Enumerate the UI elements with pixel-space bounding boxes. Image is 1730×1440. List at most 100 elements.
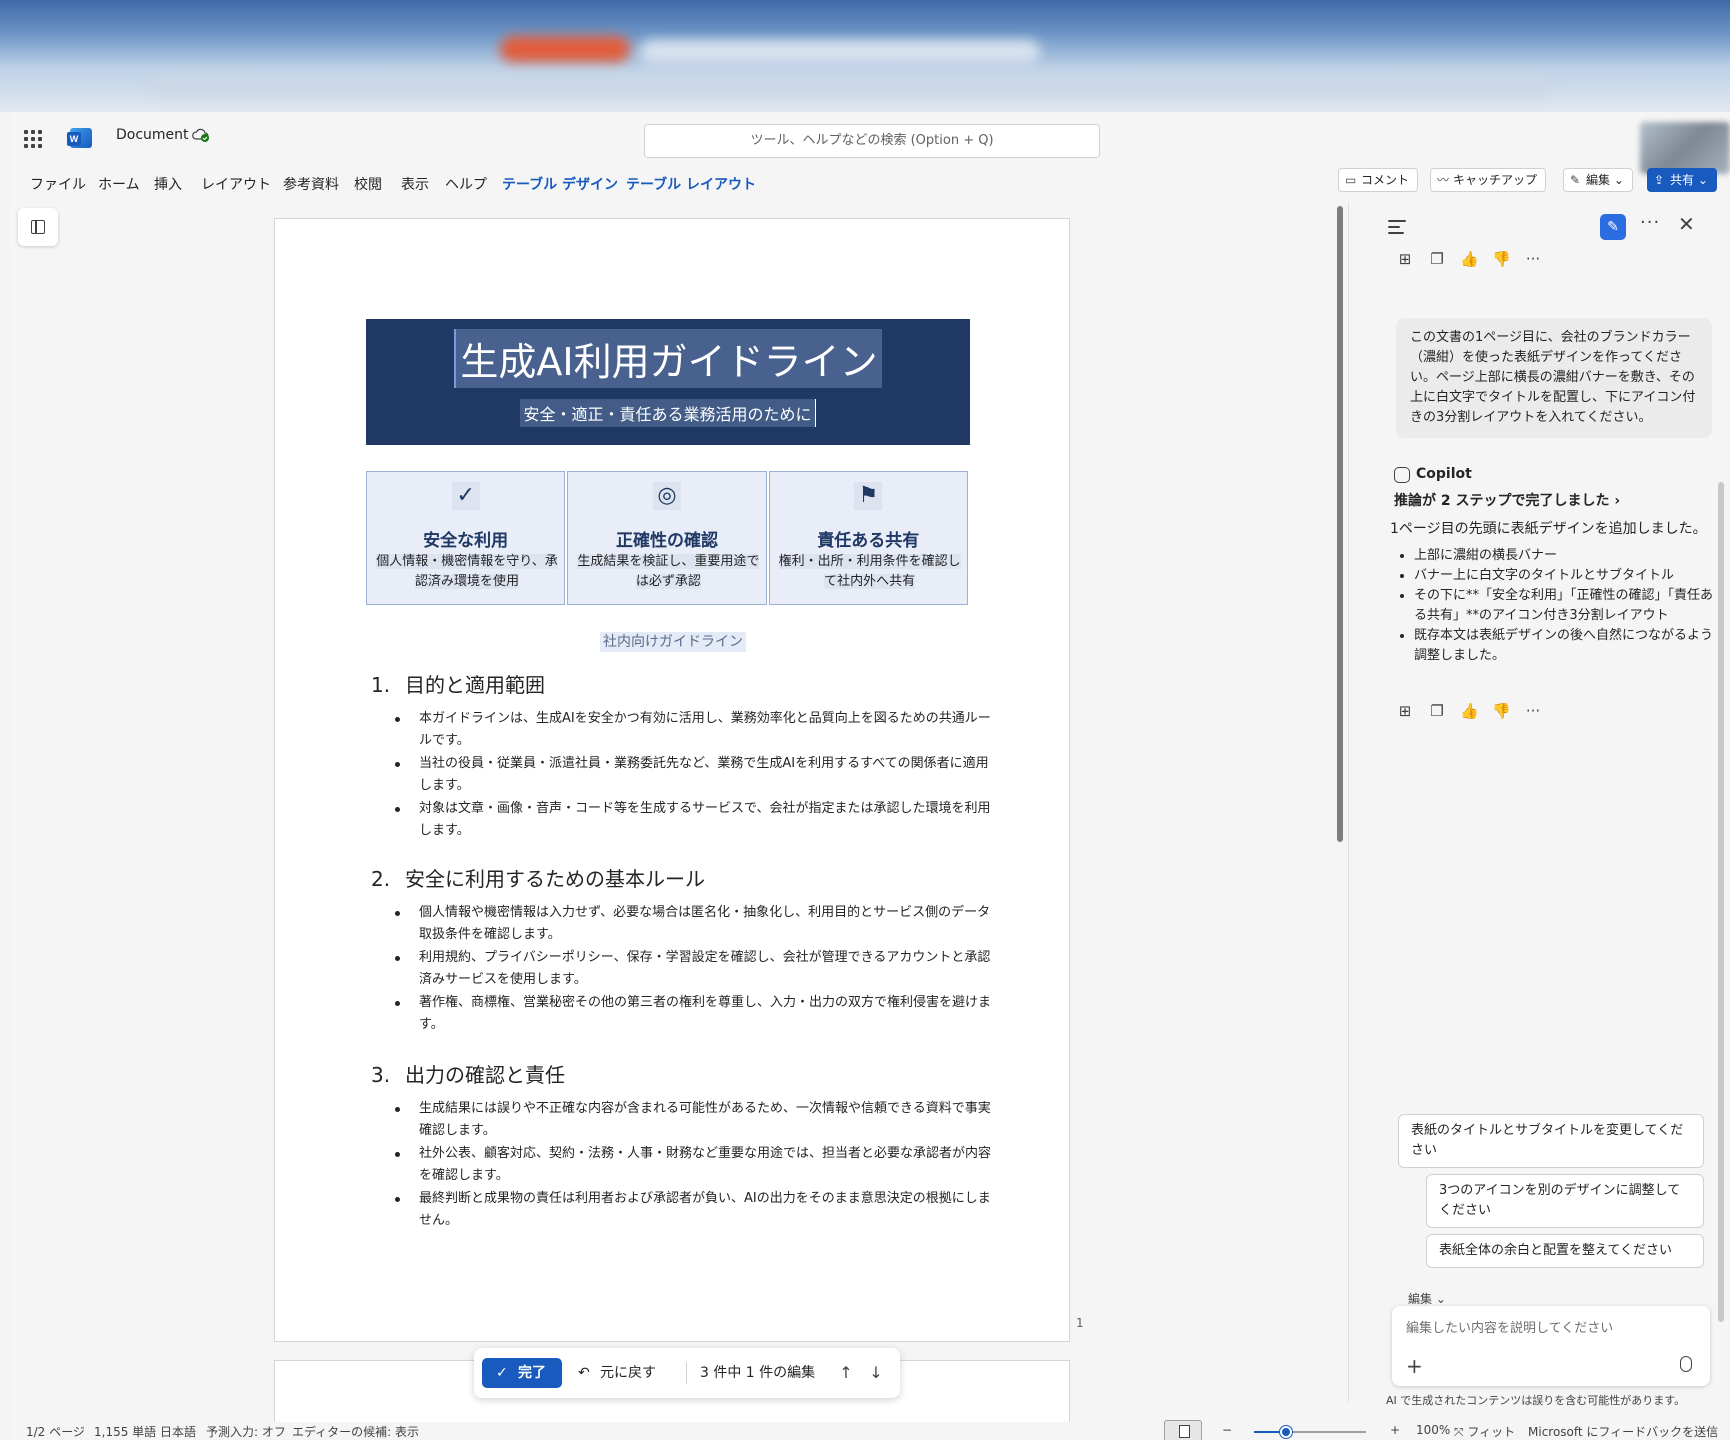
previous-edit-arrow-up-icon[interactable]: ↑ xyxy=(834,1358,858,1388)
list-item[interactable]: 生成結果には誤りや不正確な内容が含まれる可能性があるため、一次情報や信頼できる資… xyxy=(395,1098,991,1142)
add-to-page-icon[interactable]: ⊞ xyxy=(1396,250,1414,268)
list-item[interactable]: 個人情報や機密情報は入力せず、必要な場合は匿名化・抽象化し、利用目的とサービス側… xyxy=(395,902,991,946)
pencil-icon: ✎ xyxy=(1570,173,1581,187)
feature-cell[interactable]: ◎ 正確性の確認 生成結果を検証し、重要用途では必ず承認 xyxy=(567,471,767,605)
reasoning-steps-link[interactable]: 推論が 2 ステップで完了しました › xyxy=(1394,490,1620,510)
section-heading[interactable]: 1. 目的と適用範囲 xyxy=(371,669,991,698)
tab-help[interactable]: ヘルプ xyxy=(445,174,487,194)
feedback-link[interactable]: Microsoft にフィードバックを送信 xyxy=(1528,1423,1718,1440)
section-heading[interactable]: 2. 安全に利用するための基本ルール xyxy=(371,863,991,892)
comment-button[interactable]: ▭ コメント xyxy=(1338,168,1419,192)
feature-cell[interactable]: ✓ 安全な利用 個人情報・機密情報を守り、承認済み環境を使用 xyxy=(366,471,566,605)
list-item[interactable]: 最終判断と成果物の責任は利用者および承認者が負い、AIの出力をそのまま意思決定の… xyxy=(395,1188,991,1232)
document-scrollbar[interactable] xyxy=(1337,206,1343,842)
more-icon[interactable]: ··· xyxy=(1524,250,1542,268)
tab-insert[interactable]: 挿入 xyxy=(154,174,182,194)
app-launcher-icon[interactable] xyxy=(24,130,42,148)
more-icon[interactable]: ··· xyxy=(1524,702,1542,720)
catchup-button[interactable]: 〰キャッチアップ xyxy=(1430,168,1547,192)
list-item[interactable]: 本ガイドラインは、生成AIを安全かつ有効に活用し、業務効率化と品質向上を図るため… xyxy=(395,708,991,752)
print-layout-icon[interactable] xyxy=(1164,1420,1202,1440)
undo-icon: ↶ xyxy=(578,1365,590,1381)
zoom-level[interactable]: 100% xyxy=(1416,1423,1450,1437)
thumbs-down-icon[interactable]: 👎 xyxy=(1492,250,1511,268)
cloud-saved-icon[interactable] xyxy=(192,127,210,143)
add-to-page-icon[interactable]: ⊞ xyxy=(1396,702,1414,720)
tab-references[interactable]: 参考資料 xyxy=(283,174,339,194)
copy-icon[interactable]: ❐ xyxy=(1428,250,1446,268)
list-item[interactable]: 社外公表、顧客対応、契約・法務・人事・財務など重要な用途では、担当者と必要な承認… xyxy=(395,1143,991,1187)
new-chat-icon[interactable]: ✎ xyxy=(1600,214,1626,240)
browser-chrome-blurred xyxy=(0,0,1730,112)
tab-view[interactable]: 表示 xyxy=(401,174,429,194)
feature-table[interactable]: ✓ 安全な利用 個人情報・機密情報を守り、承認済み環境を使用 ◎ 正確性の確認 … xyxy=(366,471,970,605)
word-window: W Document ツール、ヘルプなどの検索 (Option + Q) ファイ… xyxy=(10,112,1730,1440)
copilot-pane: ✎ ··· ✕ ⊞ ❐ 👍 👎 ··· この文書の1ページ目に、会社のブランドカ… xyxy=(1350,208,1730,1422)
banner-subtitle[interactable]: 安全・適正・責任ある業務活用のために xyxy=(520,399,816,427)
feature-description: 権利・出所・利用条件を確認して社内外へ共有 xyxy=(778,554,961,589)
list-item: 既存本文は表紙デザインの後へ自然につながるよう調整しました。 xyxy=(1394,626,1714,666)
list-item[interactable]: 著作権、商標権、営業秘密その他の第三者の権利を尊重し、入力・出力の双方で権利侵害… xyxy=(395,992,991,1036)
close-icon[interactable]: ✕ xyxy=(1678,212,1695,236)
page-number: 1 xyxy=(1076,1316,1084,1330)
section-heading[interactable]: 3. 出力の確認と責任 xyxy=(371,1059,991,1088)
tab-file[interactable]: ファイル xyxy=(30,174,86,194)
checkmark-icon: ✓ xyxy=(451,482,480,510)
tab-home[interactable]: ホーム xyxy=(98,174,140,194)
zoom-out-icon[interactable]: − xyxy=(1222,1423,1232,1437)
language[interactable]: 日本語 xyxy=(160,1423,196,1440)
suggestion-chip[interactable]: 表紙のタイトルとサブタイトルを変更してください xyxy=(1398,1114,1704,1168)
feature-cell[interactable]: ⚑ 責任ある共有 権利・出所・利用条件を確認して社内外へ共有 xyxy=(768,471,968,605)
list-item[interactable]: 対象は文章・画像・音声・コード等を生成するサービスで、会社が指定または承認した環… xyxy=(395,798,991,842)
search-input[interactable]: ツール、ヘルプなどの検索 (Option + Q) xyxy=(644,124,1100,158)
zoom-slider[interactable] xyxy=(1254,1431,1366,1433)
check-icon: ✓ xyxy=(496,1365,508,1381)
undo-button[interactable]: ↶ 元に戻す xyxy=(578,1358,656,1388)
document-page[interactable]: 生成AI利用ガイドライン 安全・適正・責任ある業務活用のために ✓ 安全な利用 … xyxy=(274,218,1070,1342)
edit-mode-button[interactable]: ✎ 編集 ⌄ xyxy=(1563,168,1633,192)
prompt-input[interactable] xyxy=(1406,1316,1696,1340)
document-name[interactable]: Document xyxy=(116,127,189,143)
history-menu-icon[interactable] xyxy=(1388,220,1406,234)
thumbs-up-icon[interactable]: 👍 xyxy=(1460,250,1479,268)
add-attachment-icon[interactable]: + xyxy=(1406,1354,1423,1378)
mode-selector[interactable]: 編集 ⌄ xyxy=(1408,1290,1446,1307)
microphone-icon[interactable] xyxy=(1680,1356,1692,1372)
copy-icon[interactable]: ❐ xyxy=(1428,702,1446,720)
next-edit-arrow-down-icon[interactable]: ↓ xyxy=(864,1358,888,1388)
tab-table-design[interactable]: テーブル デザイン xyxy=(502,174,618,194)
status-bar: 1/2 ページ 1,155 単語 日本語 予測入力: オフ エディターの候補: … xyxy=(10,1420,1730,1440)
prompt-box: + xyxy=(1392,1306,1710,1386)
copilot-scrollbar[interactable] xyxy=(1718,482,1724,1322)
text-prediction[interactable]: 予測入力: オフ xyxy=(206,1423,286,1440)
done-button[interactable]: ✓ 完了 xyxy=(482,1358,562,1388)
more-options-icon[interactable]: ··· xyxy=(1640,212,1660,233)
zoom-slider-thumb[interactable] xyxy=(1280,1426,1292,1438)
thumbs-up-icon[interactable]: 👍 xyxy=(1460,702,1479,720)
share-button[interactable]: ⇪ 共有 ⌄ xyxy=(1647,168,1717,192)
cover-caption[interactable]: 社内向けガイドライン xyxy=(600,632,746,652)
tab-layout[interactable]: レイアウト xyxy=(201,174,271,194)
list-item[interactable]: 利用規約、プライバシーポリシー、保存・学習設定を確認し、会社が管理できるアカウン… xyxy=(395,947,991,991)
tab-table-layout[interactable]: テーブル レイアウト xyxy=(626,174,756,194)
word-logo-icon: W xyxy=(67,128,92,148)
page-count[interactable]: 1/2 ページ xyxy=(26,1423,85,1440)
list-item[interactable]: 当社の役員・従業員・派遣社員・業務委託先など、業務で生成AIを利用するすべての関… xyxy=(395,753,991,797)
edit-counter: 3 件中 1 件の編集 xyxy=(700,1365,816,1381)
suggestion-chip[interactable]: 表紙全体の余白と配置を整えてください xyxy=(1426,1234,1704,1268)
feature-title: 責任ある共有 xyxy=(817,531,920,551)
word-count[interactable]: 1,155 単語 xyxy=(94,1423,156,1440)
suggestion-chip[interactable]: 3つのアイコンを別のデザインに調整してください xyxy=(1426,1174,1704,1228)
cover-banner[interactable]: 生成AI利用ガイドライン 安全・適正・責任ある業務活用のために xyxy=(366,319,970,445)
share-icon: ⇪ xyxy=(1654,173,1665,187)
banner-title[interactable]: 生成AI利用ガイドライン xyxy=(454,329,882,388)
document-canvas[interactable]: 生成AI利用ガイドライン 安全・適正・責任ある業務活用のために ✓ 安全な利用 … xyxy=(10,204,1340,1422)
fit-button[interactable]: ⤧ フィット xyxy=(1454,1423,1515,1440)
message-actions: ⊞ ❐ 👍 👎 ··· xyxy=(1396,702,1542,722)
list-item: 上部に濃紺の横長バナー xyxy=(1394,546,1714,566)
editor-suggestions[interactable]: エディターの候補: 表示 xyxy=(292,1423,419,1440)
thumbs-down-icon[interactable]: 👎 xyxy=(1492,702,1511,720)
zoom-in-icon[interactable]: + xyxy=(1390,1423,1400,1437)
feature-title: 安全な利用 xyxy=(423,531,509,551)
tab-review[interactable]: 校閲 xyxy=(354,174,382,194)
